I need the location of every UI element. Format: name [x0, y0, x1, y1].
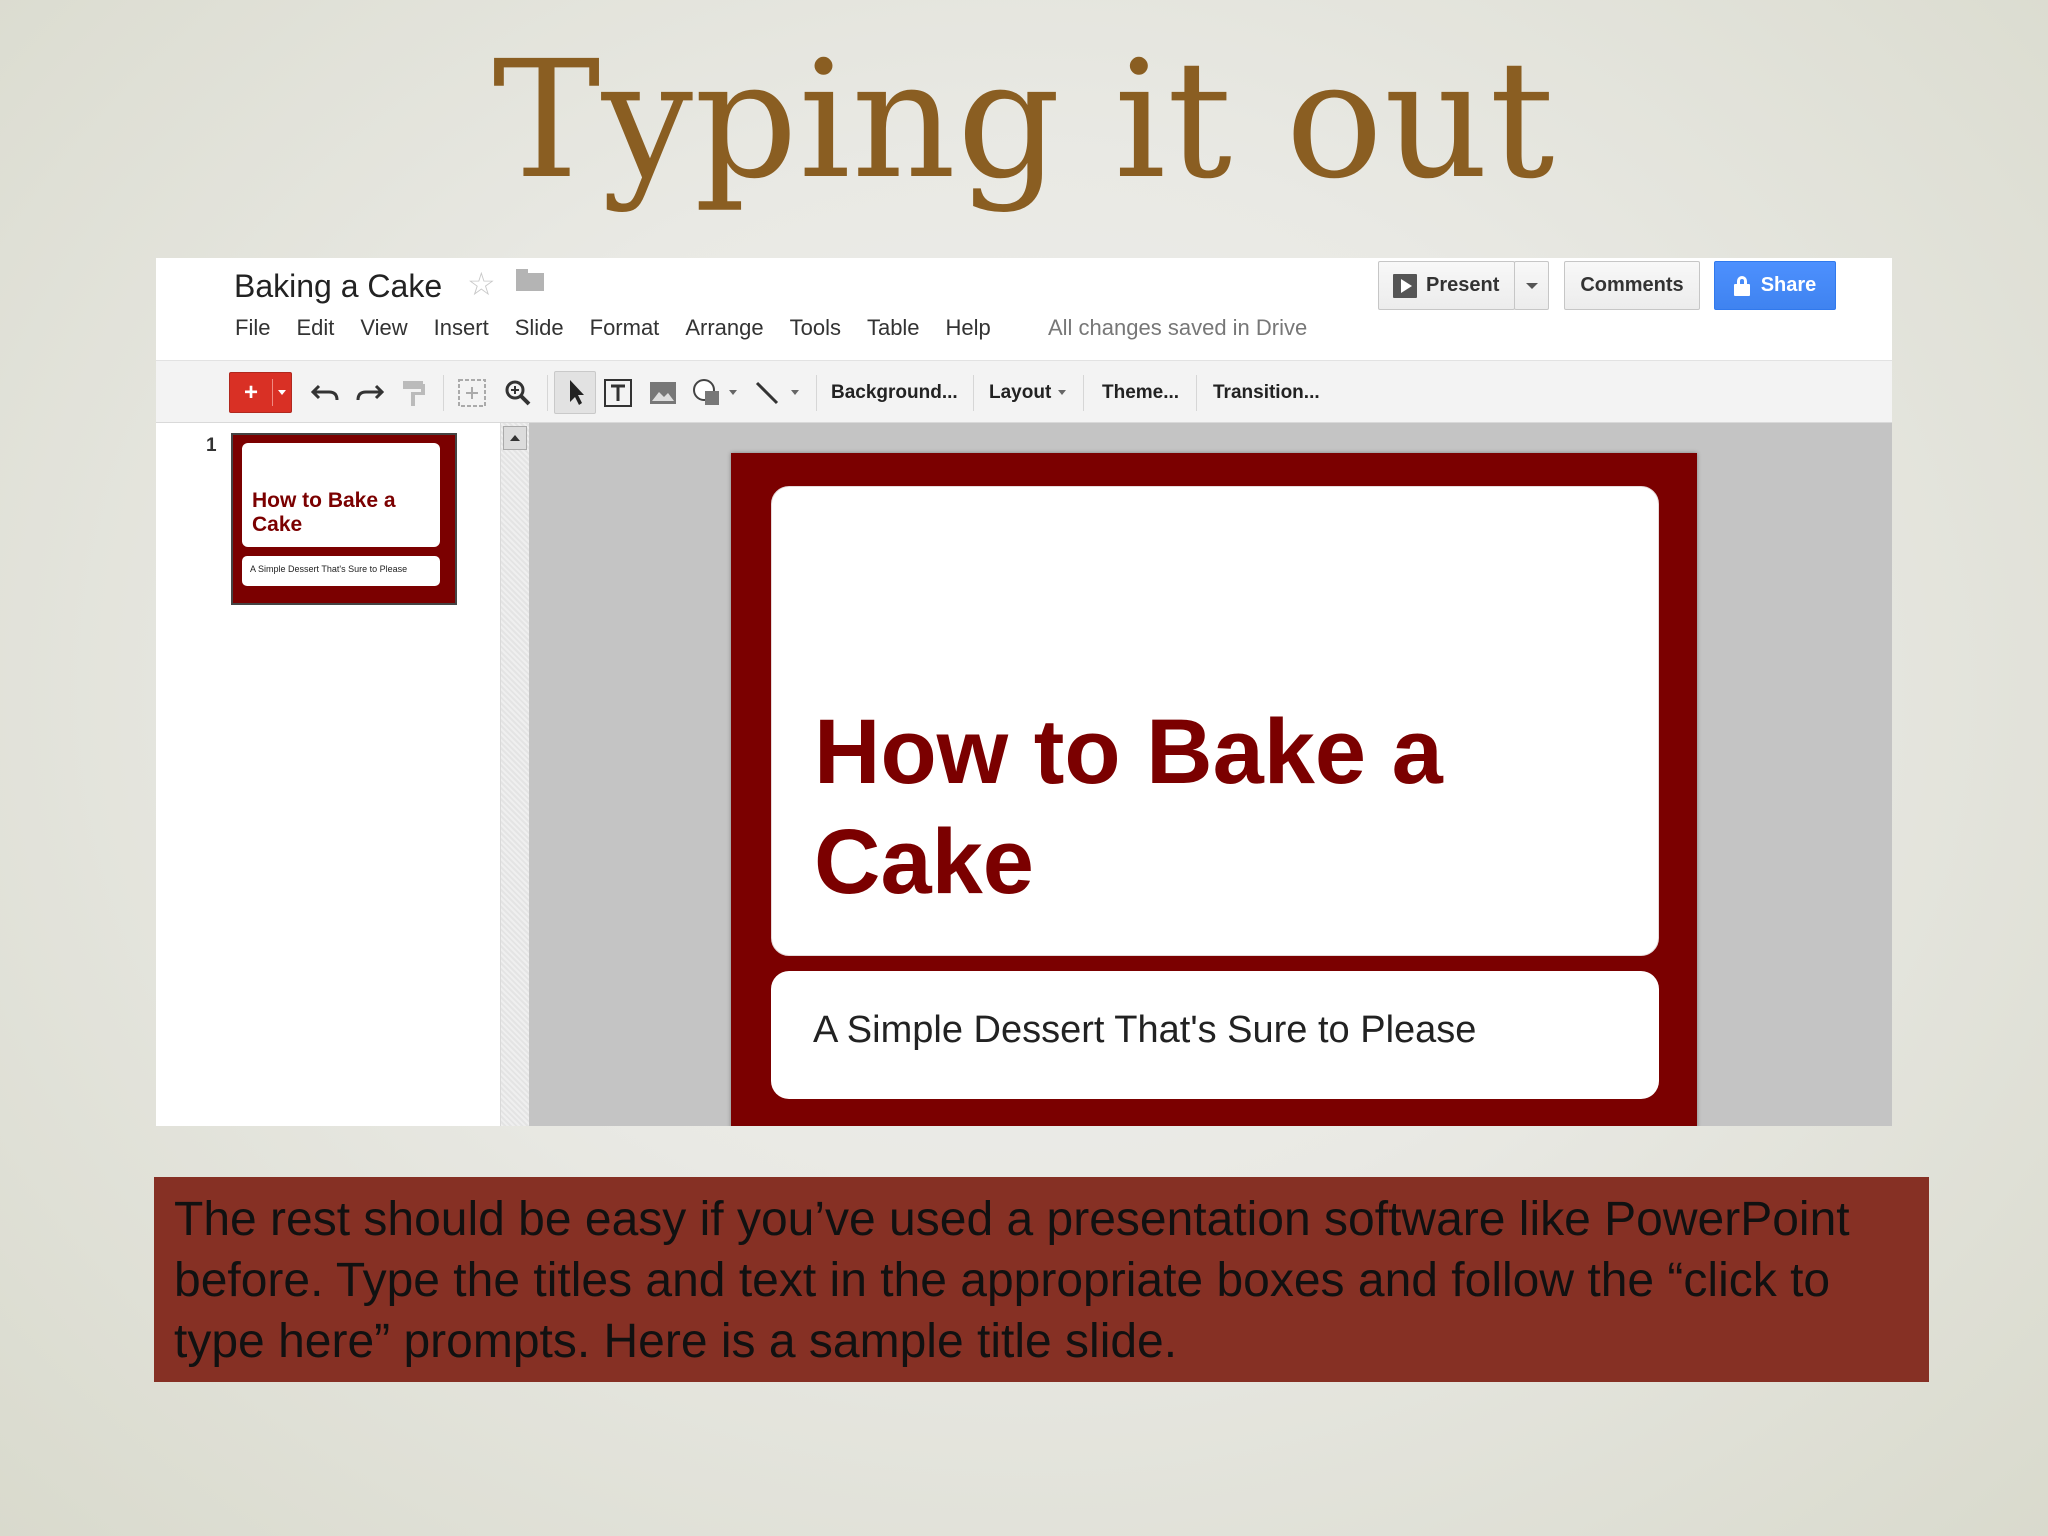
slide-subtitle: A Simple Dessert That's Sure to Please — [813, 1009, 1477, 1051]
subtitle-text-box[interactable]: A Simple Dessert That's Sure to Please — [771, 971, 1659, 1099]
thumbnail-subtitle: A Simple Dessert That's Sure to Please — [250, 564, 408, 574]
plus-icon: + — [243, 379, 258, 406]
menu-tools[interactable]: Tools — [790, 310, 841, 346]
undo-icon[interactable] — [306, 361, 346, 424]
folder-icon[interactable] — [516, 269, 544, 291]
share-button[interactable]: Share — [1714, 261, 1836, 310]
menu-format[interactable]: Format — [590, 310, 660, 346]
google-slides-screenshot: Baking a Cake ☆ File Edit View Insert Sl… — [156, 258, 1892, 1126]
chevron-down-icon[interactable] — [278, 390, 286, 395]
slide-canvas: How to Bake a Cake A Simple Dessert That… — [529, 423, 1892, 1126]
toolbar: + Background... Layout Theme... Transiti… — [156, 360, 1892, 423]
slide-number: 1 — [206, 435, 217, 456]
chevron-down-icon — [1525, 282, 1538, 289]
caption-box: The rest should be easy if you’ve used a… — [154, 1177, 1929, 1382]
comments-button[interactable]: Comments — [1564, 261, 1700, 310]
image-icon[interactable] — [642, 361, 684, 424]
slide-filmstrip: 1 How to Bake a Cake A Simple Dessert Th… — [156, 423, 500, 1126]
layout-button[interactable]: Layout — [989, 361, 1051, 424]
slide: How to Bake a Cake A Simple Dessert That… — [731, 453, 1697, 1126]
filmstrip-scrollbar[interactable] — [500, 423, 529, 1126]
page-title: Typing it out — [492, 27, 1556, 215]
play-icon — [1393, 273, 1417, 298]
share-label: Share — [1760, 274, 1817, 296]
menu-view[interactable]: View — [360, 310, 407, 346]
new-slide-button[interactable]: + — [229, 372, 292, 413]
slide-thumbnail[interactable]: How to Bake a Cake A Simple Dessert That… — [231, 433, 457, 605]
document-title[interactable]: Baking a Cake — [234, 262, 442, 310]
chevron-down-icon[interactable] — [788, 361, 802, 424]
line-icon[interactable] — [746, 361, 788, 424]
present-button[interactable]: Present — [1378, 261, 1515, 310]
background-button[interactable]: Background... — [831, 361, 958, 424]
menu-slide[interactable]: Slide — [515, 310, 564, 346]
star-icon[interactable]: ☆ — [467, 260, 496, 308]
menu-file[interactable]: File — [235, 310, 270, 346]
thumbnail-title: How to Bake a Cake — [252, 489, 396, 536]
zoom-fit-icon[interactable] — [449, 361, 495, 424]
paint-format-icon[interactable] — [394, 361, 434, 424]
menu-bar: File Edit View Insert Slide Format Arran… — [235, 310, 1017, 346]
menu-edit[interactable]: Edit — [296, 310, 334, 346]
scroll-up-icon[interactable] — [503, 426, 527, 450]
transition-button[interactable]: Transition... — [1213, 361, 1320, 424]
menu-table[interactable]: Table — [867, 310, 920, 346]
title-text-box[interactable]: How to Bake a Cake — [771, 486, 1659, 956]
menu-arrange[interactable]: Arrange — [685, 310, 763, 346]
menu-insert[interactable]: Insert — [434, 310, 489, 346]
chevron-down-icon[interactable] — [726, 361, 740, 424]
redo-icon[interactable] — [349, 361, 389, 424]
slide-title: How to Bake a Cake — [814, 701, 1443, 913]
zoom-icon[interactable] — [496, 361, 540, 424]
theme-button[interactable]: Theme... — [1102, 361, 1179, 424]
text-box-icon[interactable] — [597, 361, 639, 424]
menu-help[interactable]: Help — [946, 310, 991, 346]
caption-text: The rest should be easy if you’ve used a… — [174, 1193, 1850, 1368]
shape-icon[interactable] — [686, 361, 730, 424]
cursor-icon[interactable] — [554, 371, 596, 414]
lock-icon — [1733, 275, 1750, 296]
chevron-down-icon[interactable] — [1055, 361, 1069, 424]
save-status: All changes saved in Drive — [1048, 315, 1308, 340]
present-label: Present — [1426, 274, 1500, 296]
present-dropdown-button[interactable] — [1514, 261, 1549, 310]
